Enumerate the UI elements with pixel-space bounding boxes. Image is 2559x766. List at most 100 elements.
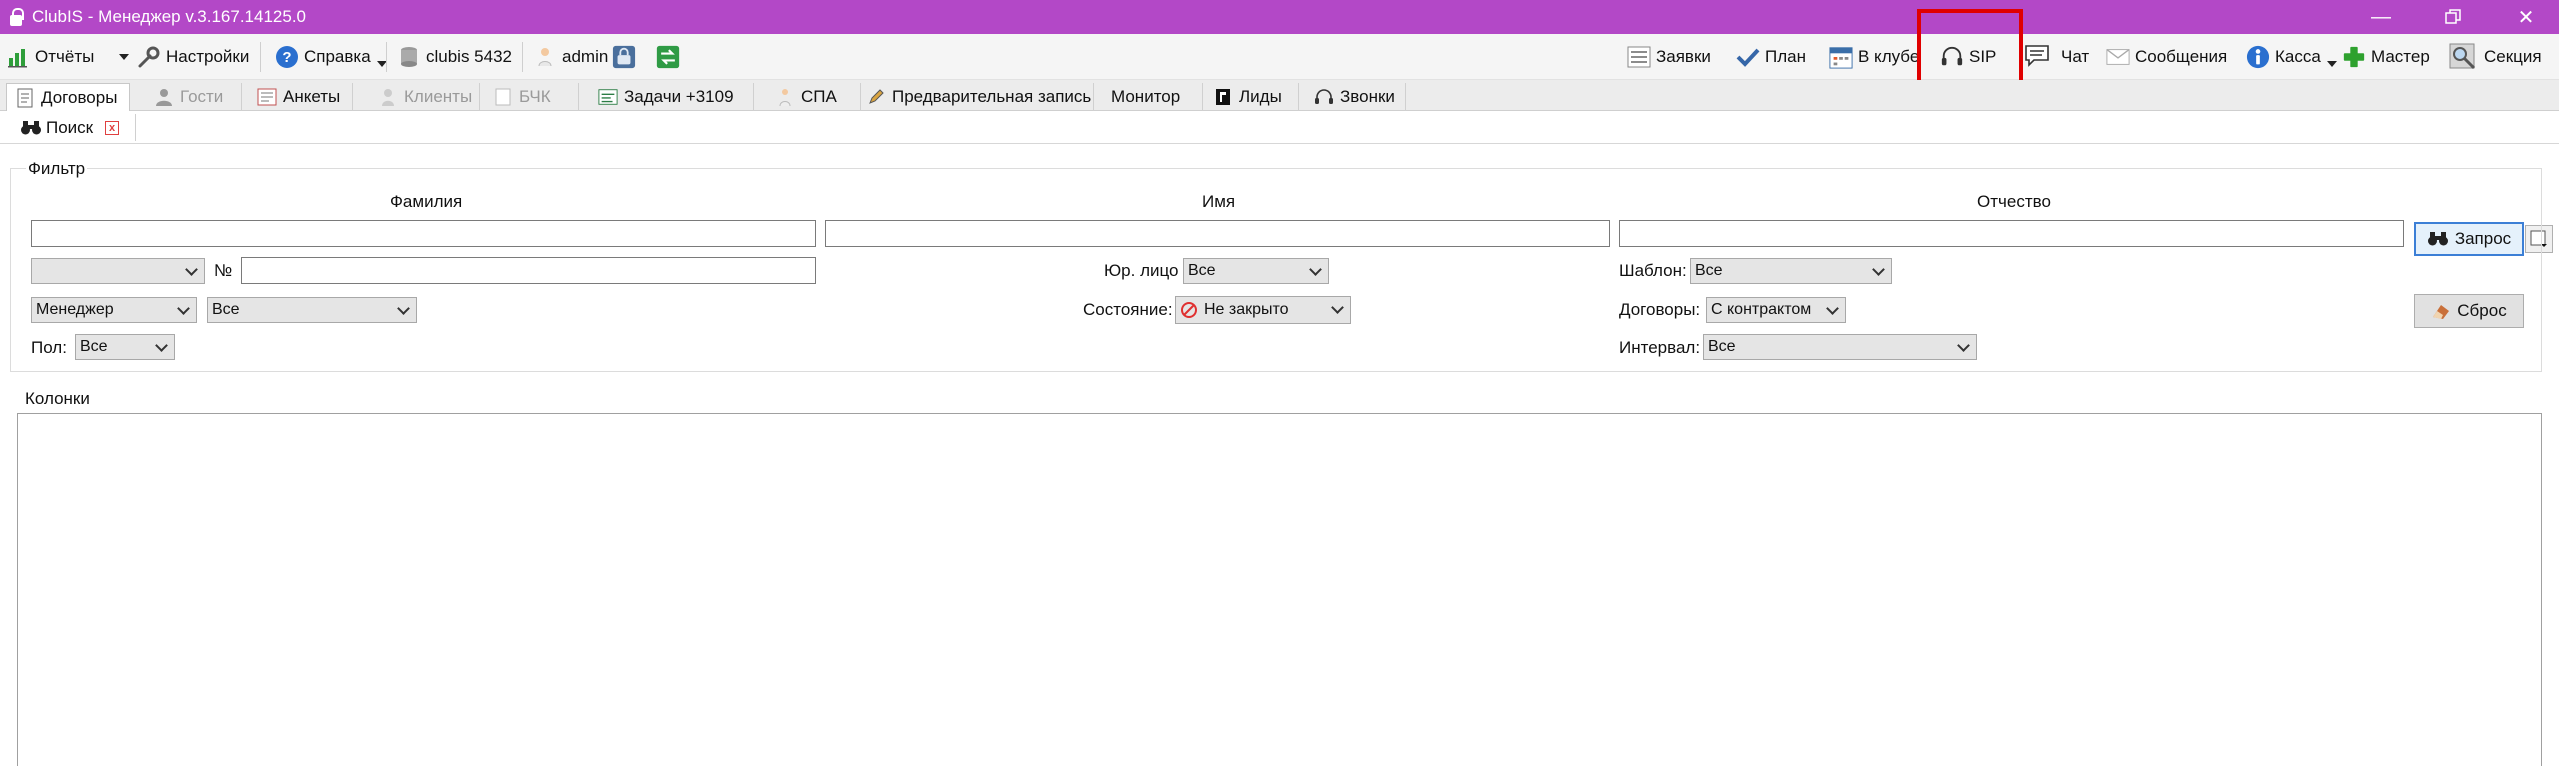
restore-icon[interactable]: [2424, 0, 2482, 34]
chevron-down-icon: [1957, 339, 1970, 352]
template-value: Все: [1695, 262, 1723, 279]
reset-button[interactable]: Сброс: [2414, 294, 2524, 328]
database-label: clubis 5432: [426, 47, 513, 66]
eraser-icon: [2431, 301, 2453, 321]
gender-select[interactable]: Все: [75, 334, 175, 360]
settings-label: Настройки: [166, 47, 250, 66]
number-input[interactable]: [241, 257, 816, 284]
lock-app-icon: [8, 7, 24, 27]
template-select[interactable]: Все: [1690, 258, 1892, 284]
tab-spa[interactable]: СПА: [767, 83, 861, 111]
document-icon: [15, 88, 35, 108]
pencil-icon: [866, 87, 886, 107]
legal-entity-select[interactable]: Все: [1183, 258, 1329, 284]
exchange-icon: [656, 45, 680, 69]
toolbar-divider: [260, 42, 261, 72]
chevron-down-icon: [397, 302, 410, 315]
firstname-input[interactable]: [825, 220, 1610, 247]
messages-button[interactable]: Сообщения: [2106, 40, 2227, 74]
plan-label: План: [1765, 47, 1806, 66]
patronymic-label: Отчество: [1977, 192, 2051, 211]
form-icon: [257, 87, 277, 107]
chevron-down-icon: [1309, 263, 1322, 276]
toolbar-divider: [522, 42, 523, 72]
contracts-select[interactable]: С контрактом: [1706, 297, 1846, 323]
patronymic-input[interactable]: [1619, 220, 2404, 247]
in-club-label: В клубе: [1858, 47, 1920, 66]
section-search-icon: [2449, 43, 2479, 70]
reports-label: Отчёты: [35, 47, 95, 66]
tab-label: Лиды: [1239, 87, 1282, 106]
tab-search[interactable]: Поиск x: [6, 114, 136, 141]
chevron-down-icon: [1331, 301, 1344, 314]
headset-icon: [1940, 45, 1964, 69]
minimize-icon[interactable]: —: [2352, 0, 2410, 34]
tab-bchk[interactable]: БЧК: [485, 83, 579, 111]
chevron-down-icon: [119, 54, 129, 60]
checkmark-icon: [1736, 45, 1760, 69]
settings-button[interactable]: Настройки: [137, 40, 249, 74]
list-icon: [1627, 45, 1651, 69]
chevron-down-icon: [2326, 61, 2337, 67]
chat-bubble-icon: [2024, 45, 2056, 69]
tab-leads[interactable]: Лиды: [1205, 83, 1299, 111]
manager-select[interactable]: Все: [207, 297, 417, 323]
help-button[interactable]: ? Справка: [275, 40, 387, 74]
close-icon[interactable]: ✕: [2497, 0, 2555, 34]
tab-guests[interactable]: Гости: [146, 83, 242, 111]
switch-user-button[interactable]: [656, 40, 685, 74]
manager-type-select[interactable]: Менеджер: [31, 297, 197, 323]
lastname-label: Фамилия: [390, 192, 463, 211]
help-icon: ?: [275, 45, 299, 69]
reports-button[interactable]: Отчёты: [6, 40, 94, 74]
user-icon: [533, 45, 557, 69]
plan-button[interactable]: План: [1736, 40, 1806, 74]
reports-dropdown[interactable]: [113, 40, 129, 74]
close-icon[interactable]: x: [105, 120, 120, 135]
doc-type-select[interactable]: [31, 258, 205, 284]
in-club-button[interactable]: В клубе: [1829, 40, 1919, 74]
filter-legend: Фильтр: [26, 159, 88, 179]
tab-label: Клиенты: [404, 87, 473, 106]
requests-label: Заявки: [1656, 47, 1711, 66]
contracts-label: Договоры:: [1619, 300, 1701, 319]
help-label: Справка: [304, 47, 371, 66]
leads-icon: [1213, 87, 1233, 107]
tab-clients[interactable]: Клиенты: [370, 83, 480, 111]
legal-entity-label: Юр. лицо: [1104, 261, 1179, 280]
chat-button[interactable]: Чат: [2024, 40, 2089, 74]
tab-pre-booking[interactable]: Предварительная запись: [858, 83, 1094, 111]
chevron-down-icon: [155, 339, 168, 352]
user-indicator: admin: [533, 40, 608, 74]
envelope-icon: [2106, 45, 2130, 69]
tab-forms[interactable]: Анкеты: [249, 83, 353, 111]
manager-value: Все: [212, 301, 240, 318]
requests-button[interactable]: Заявки: [1627, 40, 1711, 74]
person-icon: [154, 87, 174, 107]
state-select[interactable]: Не закрыто: [1175, 296, 1351, 324]
tab-label: СПА: [801, 87, 837, 106]
window-title: ClubIS - Менеджер v.3.167.14125.0: [32, 7, 307, 26]
title-bar: ClubIS - Менеджер v.3.167.14125.0: [0, 0, 2559, 34]
tab-calls[interactable]: Звонки: [1306, 83, 1406, 111]
lastname-input[interactable]: [31, 220, 816, 247]
contracts-value: С контрактом: [1711, 301, 1812, 318]
number-label: №: [214, 261, 233, 280]
tab-contracts[interactable]: Договоры: [6, 83, 130, 111]
state-label: Состояние:: [1083, 300, 1173, 319]
cashbox-button[interactable]: Касса: [2246, 40, 2337, 74]
interval-select[interactable]: Все: [1703, 334, 1977, 360]
section-button[interactable]: Секция: [2449, 40, 2542, 74]
tab-monitor[interactable]: Монитор: [1101, 83, 1203, 111]
tab-tasks[interactable]: Задачи +3109: [590, 83, 754, 111]
toolbar-divider: [386, 42, 387, 72]
query-button[interactable]: Запрос: [2414, 222, 2524, 256]
not-closed-icon: [1180, 301, 1198, 319]
sip-button[interactable]: SIP: [1940, 40, 1996, 74]
binoculars-icon: [2427, 230, 2451, 248]
wizard-button[interactable]: Мастер: [2342, 40, 2430, 74]
query-button-label: Запрос: [2454, 229, 2512, 248]
lock-button[interactable]: [612, 40, 641, 74]
columns-panel[interactable]: [17, 413, 2542, 766]
wrench-icon: [137, 45, 161, 69]
